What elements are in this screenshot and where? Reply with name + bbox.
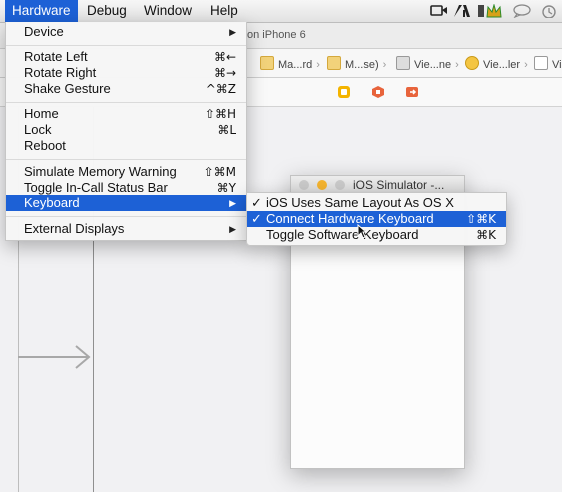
- chat-icon[interactable]: [512, 4, 532, 18]
- keyboard-submenu: ✓ iOS Uses Same Layout As OS X ✓ Connect…: [246, 192, 507, 246]
- breadcrumb-item[interactable]: Vi: [534, 56, 562, 71]
- menu-separator: [6, 102, 246, 103]
- entry-point-arrow-icon[interactable]: [18, 343, 94, 371]
- chevron-right-icon: ▶: [229, 27, 236, 37]
- menu-separator: [6, 159, 246, 160]
- menu-item-device[interactable]: Device ▶: [6, 24, 246, 40]
- zoom-button[interactable]: [335, 180, 345, 190]
- crown-icon[interactable]: [486, 4, 502, 18]
- minimize-button[interactable]: [317, 180, 327, 190]
- menu-item-toggle-in-call-status-bar[interactable]: Toggle In-Call Status Bar ⌘Y: [6, 180, 246, 196]
- menu-item-toggle-software-keyboard[interactable]: Toggle Software Keyboard ⌘K: [247, 227, 506, 243]
- menu-item-lock[interactable]: Lock ⌘L: [6, 122, 246, 138]
- checkmark-icon: ✓: [251, 195, 262, 210]
- screen-record-icon[interactable]: [430, 4, 448, 18]
- menu-item-keyboard[interactable]: Keyboard ▶: [6, 195, 246, 211]
- close-button[interactable]: [299, 180, 309, 190]
- menu-bar: Hardware Debug Window Help: [0, 0, 562, 23]
- time-machine-icon[interactable]: [540, 4, 558, 18]
- chevron-right-icon: ▶: [229, 224, 236, 234]
- menu-item-external-displays[interactable]: External Displays ▶: [6, 221, 246, 237]
- adobe-icon[interactable]: [453, 4, 471, 18]
- checkmark-icon: ✓: [251, 211, 262, 226]
- menu-item-rotate-right[interactable]: Rotate Right ⌘→: [6, 65, 246, 81]
- first-responder-icon[interactable]: [371, 85, 385, 99]
- folder-icon: [260, 56, 274, 70]
- menu-debug[interactable]: Debug: [80, 0, 134, 22]
- menu-item-rotate-left[interactable]: Rotate Left ⌘←: [6, 49, 246, 65]
- breadcrumb-item[interactable]: Vie...ler ›: [465, 56, 528, 71]
- simulator-title: iOS Simulator -...: [353, 178, 445, 192]
- menu-item-simulate-memory-warning[interactable]: Simulate Memory Warning ⇧⌘M: [6, 164, 246, 180]
- menu-item-connect-hardware-keyboard[interactable]: ✓ Connect Hardware Keyboard ⇧⌘K: [247, 211, 506, 227]
- view-icon: [534, 56, 548, 70]
- menu-item-reboot[interactable]: Reboot: [6, 138, 246, 154]
- exit-icon[interactable]: [405, 85, 419, 99]
- menu-item-home[interactable]: Home ⇧⌘H: [6, 106, 246, 122]
- breadcrumb-item[interactable]: Vie...ne ›: [396, 56, 459, 71]
- mouse-cursor-icon: [357, 224, 367, 239]
- scheme-destination[interactable]: on iPhone 6: [247, 29, 306, 41]
- menu-help[interactable]: Help: [203, 0, 245, 22]
- menu-separator: [6, 216, 246, 217]
- menu-hardware[interactable]: Hardware: [5, 0, 78, 22]
- menu-window[interactable]: Window: [137, 0, 199, 22]
- menu-item-ios-uses-same-layout[interactable]: ✓ iOS Uses Same Layout As OS X: [247, 195, 506, 211]
- menu-item-shake-gesture[interactable]: Shake Gesture ^⌘Z: [6, 81, 246, 97]
- breadcrumb-item[interactable]: Ma...rd ›: [260, 56, 320, 71]
- menu-separator: [6, 45, 246, 46]
- scene-icon: [396, 56, 410, 70]
- view-controller-icon: [465, 56, 479, 70]
- view-controller-icon[interactable]: [337, 85, 351, 99]
- breadcrumb-item[interactable]: M...se) ›: [327, 56, 386, 71]
- chevron-right-icon: ▶: [229, 198, 236, 208]
- folder-icon: [327, 56, 341, 70]
- hardware-menu: Device ▶ Rotate Left ⌘← Rotate Right ⌘→ …: [5, 22, 247, 241]
